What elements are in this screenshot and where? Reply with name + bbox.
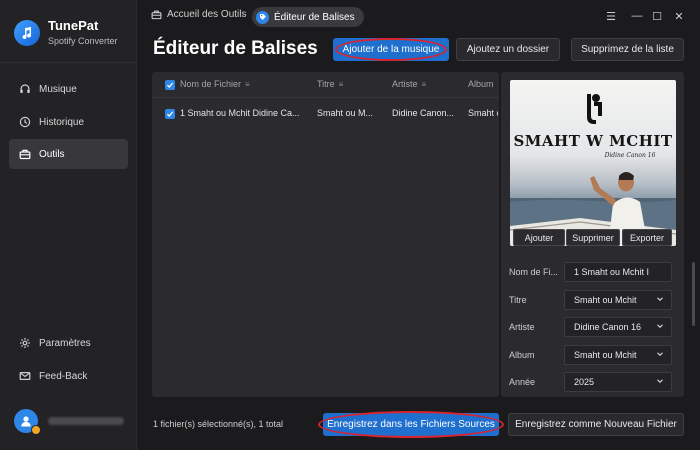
cell-filename: 1 Smaht ou Mchit Didine Ca... <box>180 108 300 118</box>
artist-dropdown[interactable]: Didine Canon 16 <box>564 317 672 337</box>
sort-icon[interactable]: ≡ <box>422 80 427 89</box>
save-to-sources-button[interactable]: Enregistrez dans les Fichiers Sources <box>323 413 499 436</box>
maximize-icon[interactable]: ☐ <box>650 9 664 23</box>
minimize-icon[interactable]: — <box>630 9 644 23</box>
field-label-filename: Nom de Fi... <box>509 267 559 277</box>
clock-icon <box>19 116 31 128</box>
mail-icon <box>19 371 31 381</box>
breadcrumb-home-label: Accueil des Outils <box>167 9 247 20</box>
sidebar-item-label: Paramètres <box>39 337 91 349</box>
field-label-year: Année <box>509 377 536 387</box>
select-all-checkbox[interactable] <box>165 80 175 90</box>
tag-icon <box>256 10 269 24</box>
toolbox-icon <box>151 10 162 20</box>
breadcrumb-home[interactable]: Accueil des Outils <box>151 9 246 20</box>
save-as-new-button[interactable]: Enregistrez comme Nouveau Fichier <box>508 413 684 436</box>
sidebar-item-feedback[interactable]: Feed-Back <box>9 361 128 391</box>
sidebar-item-outils[interactable]: Outils <box>9 139 128 169</box>
column-header-filename[interactable]: Nom de Fichier ≡ <box>180 79 250 89</box>
column-header-artist[interactable]: Artiste ≡ <box>392 79 426 89</box>
year-value: 2025 <box>574 377 595 387</box>
column-header-album[interactable]: Album <box>468 79 494 89</box>
sidebar: TunePat Spotify Converter Musique Histor… <box>0 0 137 450</box>
sidebar-item-musique[interactable]: Musique <box>9 74 128 104</box>
premium-badge-icon <box>31 425 41 435</box>
field-label-album: Album <box>509 350 535 360</box>
table-header: Nom de Fichier ≡ Titre ≡ Artiste ≡ Album <box>152 72 499 98</box>
row-checkbox[interactable] <box>165 109 175 119</box>
check-icon <box>166 111 174 117</box>
fields-scrollbar[interactable] <box>692 262 695 326</box>
sidebar-item-label: Outils <box>39 148 65 160</box>
toolbox-icon <box>19 149 31 160</box>
sidebar-item-historique[interactable]: Historique <box>9 107 128 137</box>
cell-artist: Didine Canon... <box>392 108 455 118</box>
menu-icon[interactable]: ☰ <box>604 9 618 23</box>
filename-field[interactable]: 1 Smaht ou Mchit I <box>564 262 672 282</box>
app-name: TunePat <box>48 18 99 33</box>
remove-cover-button[interactable]: Supprimer <box>566 229 620 246</box>
breadcrumb-current-label: Éditeur de Balises <box>274 11 355 23</box>
selection-status: 1 fichier(s) sélectionné(s), 1 total <box>153 419 284 429</box>
field-label-title: Titre <box>509 295 527 305</box>
user-icon <box>21 416 31 427</box>
brand: TunePat Spotify Converter <box>14 18 118 47</box>
album-value: Smaht ou Mchit <box>574 350 637 360</box>
field-label-artist: Artiste <box>509 322 535 332</box>
title-bar: Accueil des Outils › Éditeur de Balises … <box>137 0 700 34</box>
title-dropdown[interactable]: Smaht ou Mchit <box>564 290 672 310</box>
cover-title-text: SMAHT W MCHIT <box>513 132 672 150</box>
cover-artist-text: Didine Canon 16 <box>604 152 656 159</box>
title-value: Smaht ou Mchit <box>574 295 637 305</box>
chevron-down-icon <box>657 379 663 384</box>
page-title: Éditeur de Balises <box>153 38 318 59</box>
add-music-button[interactable]: Ajouter de la musique <box>333 38 449 61</box>
cell-album: Smaht o <box>468 108 498 118</box>
sidebar-item-label: Feed-Back <box>39 370 88 382</box>
cell-title: Smaht ou M... <box>317 108 374 118</box>
gear-icon <box>20 338 30 348</box>
sort-icon[interactable]: ≡ <box>245 80 250 89</box>
app-subtitle: Spotify Converter <box>48 36 118 46</box>
user-email-redacted <box>48 417 124 425</box>
chevron-down-icon <box>657 352 663 357</box>
album-cover-image: SMAHT W MCHIT Didine Canon 16 <box>510 80 676 246</box>
check-icon <box>166 82 174 88</box>
avatar[interactable] <box>14 409 41 435</box>
clear-list-button[interactable]: Supprimez de la liste <box>571 38 684 61</box>
export-cover-button[interactable]: Exporter <box>622 229 672 246</box>
album-dropdown[interactable]: Smaht ou Mchit <box>564 345 672 365</box>
artist-value: Didine Canon 16 <box>574 322 642 332</box>
user-account[interactable] <box>14 409 124 435</box>
app-logo-icon <box>14 19 40 46</box>
year-dropdown[interactable]: 2025 <box>564 372 672 392</box>
chevron-down-icon <box>657 324 663 329</box>
close-icon[interactable]: ✕ <box>672 9 686 23</box>
file-table: Nom de Fichier ≡ Titre ≡ Artiste ≡ Album <box>152 72 499 397</box>
sidebar-item-label: Historique <box>39 116 85 128</box>
headphones-icon <box>20 84 30 93</box>
sidebar-item-label: Musique <box>39 83 77 95</box>
add-cover-button[interactable]: Ajouter <box>513 229 565 246</box>
sidebar-item-parametres[interactable]: Paramètres <box>9 328 128 358</box>
sort-icon[interactable]: ≡ <box>339 80 344 89</box>
breadcrumb-current: Éditeur de Balises <box>252 7 364 27</box>
sidebar-divider <box>0 62 137 63</box>
add-folder-button[interactable]: Ajoutez un dossier <box>456 38 560 61</box>
breadcrumb-separator: › <box>241 9 245 20</box>
column-header-title[interactable]: Titre ≡ <box>317 79 343 89</box>
chevron-down-icon <box>657 297 663 302</box>
